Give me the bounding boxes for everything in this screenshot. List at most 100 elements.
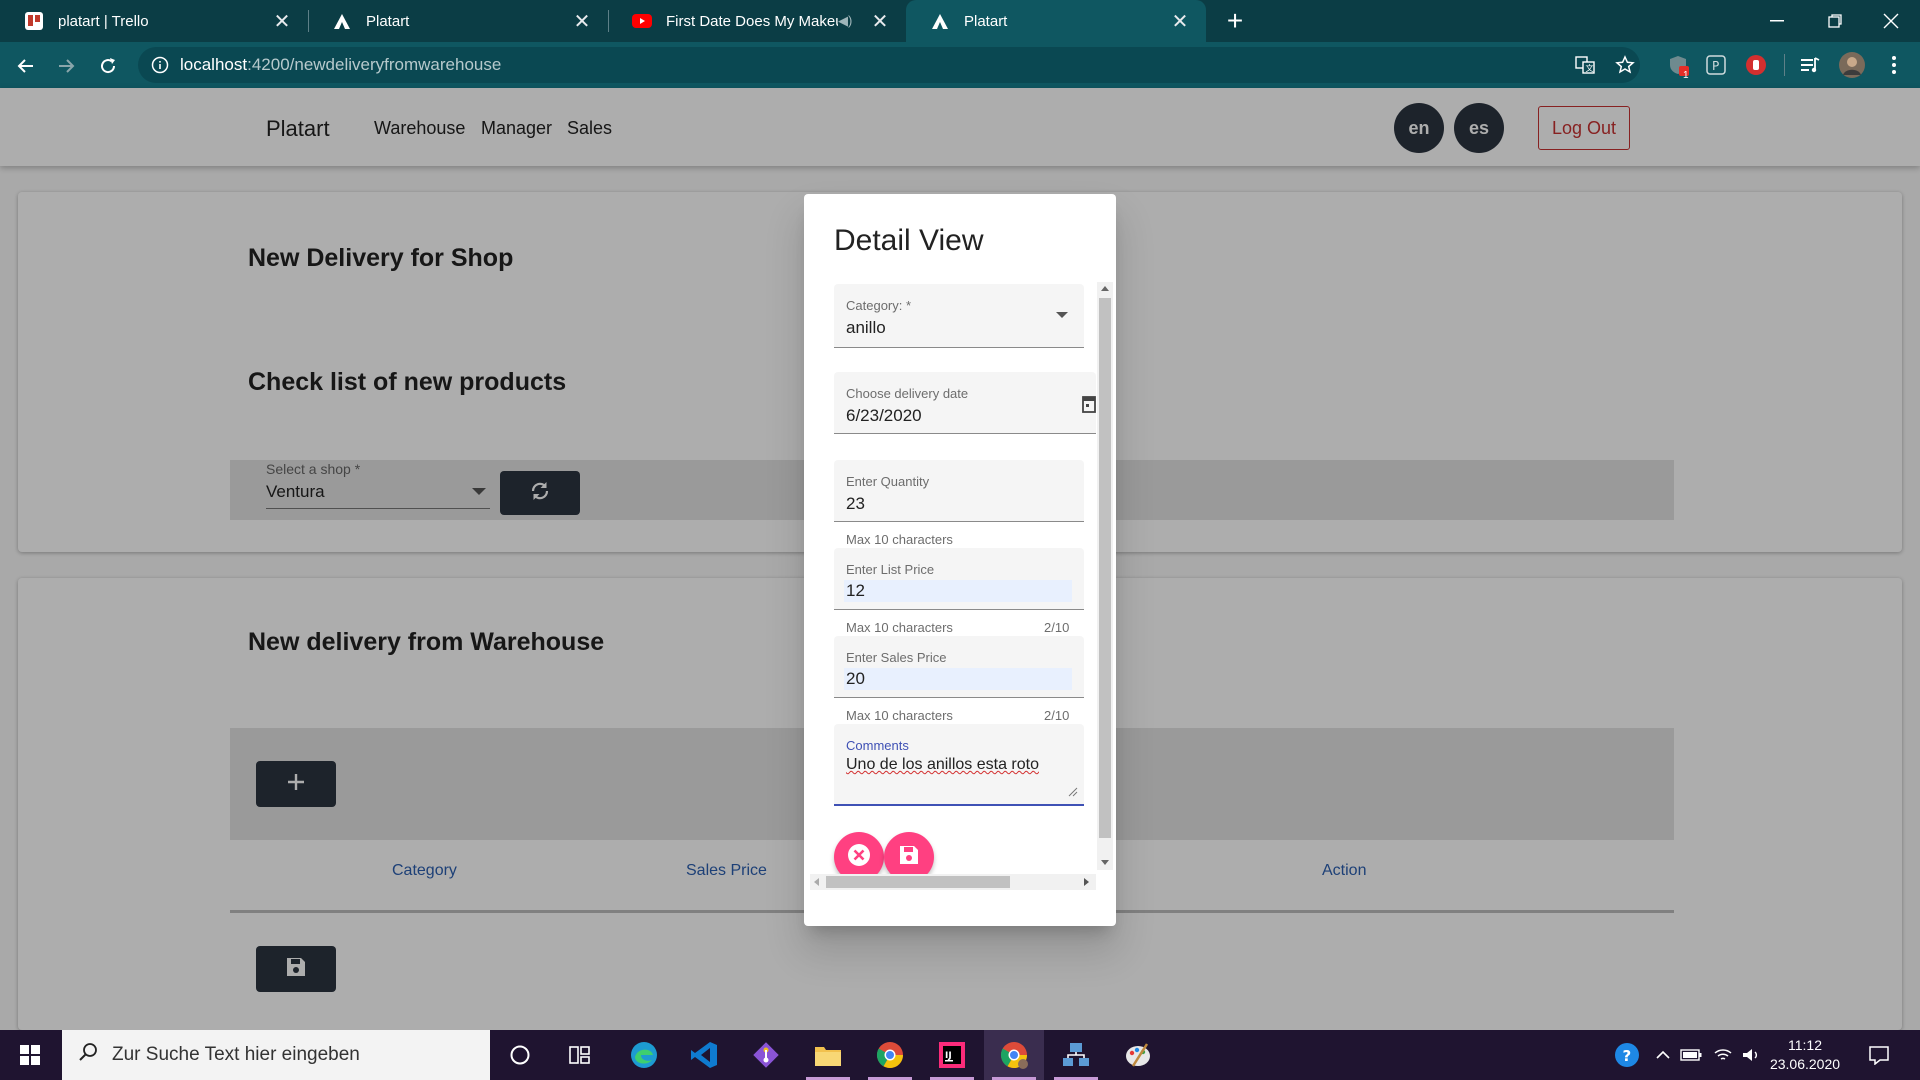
list-price-counter: 2/10: [1044, 620, 1070, 635]
category-label: Category: *: [846, 298, 912, 313]
extension-p-icon[interactable]: P: [1702, 51, 1730, 79]
cortana-icon[interactable]: [490, 1030, 550, 1080]
cancel-icon: [846, 842, 872, 873]
help-icon[interactable]: ?: [1614, 1042, 1640, 1068]
window-close-icon[interactable]: [1862, 0, 1920, 42]
git-icon[interactable]: [736, 1030, 796, 1080]
muted-audio-icon[interactable]: ◀): [838, 13, 858, 29]
clock-time: 11:12: [1788, 1037, 1822, 1053]
system-clock[interactable]: 11:12 23.06.2020: [1760, 1036, 1850, 1074]
task-view-icon[interactable]: [550, 1030, 610, 1080]
resize-handle-icon[interactable]: [1066, 784, 1078, 802]
minimize-icon[interactable]: [1748, 0, 1806, 42]
list-price-hint: Max 10 characters: [846, 620, 953, 635]
intellij-icon[interactable]: IJ: [922, 1030, 982, 1080]
list-price-value: 12: [844, 580, 1072, 602]
network-app-icon[interactable]: [1046, 1030, 1106, 1080]
dialog-title: Detail View: [834, 224, 984, 257]
back-icon[interactable]: [10, 50, 42, 82]
svg-text:文: 文: [1586, 63, 1594, 73]
taskbar-search-input[interactable]: Zur Suche Text hier eingeben: [62, 1030, 490, 1080]
notification-center-icon[interactable]: [1866, 1042, 1892, 1068]
notification-badge: 1: [1683, 70, 1689, 81]
calendar-icon[interactable]: [1082, 394, 1096, 419]
extension-hand-icon[interactable]: [1742, 51, 1770, 79]
category-select[interactable]: Category: * anillo: [834, 284, 1084, 348]
url-text: localhost:4200/newdeliveryfromwarehouse: [180, 55, 501, 75]
quantity-hint: Max 10 characters: [846, 532, 953, 547]
category-value: anillo: [846, 318, 886, 337]
browser-tab-trello[interactable]: platart | Trello ✕: [0, 0, 308, 42]
list-price-label: Enter List Price: [846, 562, 935, 577]
dialog-horizontal-scrollbar[interactable]: [810, 874, 1096, 890]
clock-date: 23.06.2020: [1769, 1056, 1841, 1072]
sales-price-value: 20: [844, 668, 1072, 690]
search-placeholder: Zur Suche Text hier eingeben: [112, 1044, 360, 1065]
url-host: localhost: [180, 55, 248, 74]
translate-icon[interactable]: 文: [1572, 52, 1598, 78]
save-icon: [898, 844, 920, 871]
close-icon[interactable]: ✕: [270, 9, 294, 33]
chrome-icon[interactable]: [860, 1030, 920, 1080]
sales-price-field[interactable]: Enter Sales Price 20: [834, 636, 1084, 698]
chevron-up-icon[interactable]: [1650, 1042, 1676, 1068]
windows-taskbar: Zur Suche Text hier eingeben IJ ? 11:12 …: [0, 1030, 1920, 1080]
chrome-menu-icon[interactable]: [1880, 51, 1908, 79]
file-explorer-icon[interactable]: [798, 1030, 858, 1080]
comments-label: Comments: [846, 738, 909, 753]
reload-icon[interactable]: [92, 50, 124, 82]
browser-tab-youtube[interactable]: First Date Does My Makeup ◀) ✕: [608, 0, 906, 42]
svg-text:?: ?: [1623, 1047, 1632, 1065]
platart-icon: [930, 11, 950, 31]
close-icon[interactable]: ✕: [570, 9, 594, 33]
restore-icon[interactable]: [1806, 0, 1864, 42]
sales-price-label: Enter Sales Price: [846, 650, 947, 665]
scrollbar-thumb[interactable]: [1099, 298, 1111, 838]
tab-title: Platart: [366, 12, 410, 30]
browser-tab-platart[interactable]: Platart ✕: [308, 0, 608, 42]
tab-title: platart | Trello: [58, 12, 149, 30]
toolbar-separator: [1784, 54, 1785, 76]
close-icon[interactable]: ✕: [868, 9, 892, 33]
sales-price-hint: Max 10 characters: [846, 708, 953, 723]
search-icon: [78, 1042, 98, 1068]
edge-icon[interactable]: [614, 1030, 674, 1080]
forward-icon[interactable]: [50, 50, 82, 82]
chevron-down-icon[interactable]: [1056, 312, 1068, 318]
quantity-value: 23: [846, 494, 865, 513]
url-path: :4200/newdeliveryfromwarehouse: [247, 55, 502, 74]
chrome-active-icon[interactable]: [984, 1030, 1044, 1080]
comments-value: Uno de los anillos esta roto: [846, 756, 1039, 773]
bookmark-star-icon[interactable]: [1612, 52, 1638, 78]
scroll-down-icon[interactable]: [1101, 860, 1109, 865]
vscode-icon[interactable]: [674, 1030, 734, 1080]
list-price-field[interactable]: Enter List Price 12: [834, 548, 1084, 610]
dialog-vertical-scrollbar[interactable]: [1097, 282, 1113, 870]
tab-title: Platart: [964, 12, 1008, 30]
new-tab-button[interactable]: +: [1218, 4, 1252, 38]
scrollbar-thumb[interactable]: [826, 876, 1010, 888]
profile-avatar-icon[interactable]: [1838, 51, 1866, 79]
quantity-field[interactable]: Enter Quantity 23: [834, 460, 1084, 522]
media-control-icon[interactable]: [1796, 51, 1824, 79]
paint-icon[interactable]: [1108, 1030, 1168, 1080]
close-icon[interactable]: ✕: [1168, 9, 1192, 33]
windows-start-icon[interactable]: [0, 1030, 60, 1080]
svg-text:IJ: IJ: [945, 1051, 952, 1061]
scroll-up-icon[interactable]: [1101, 286, 1109, 291]
scroll-left-icon[interactable]: [814, 878, 819, 886]
browser-tab-platart-active[interactable]: Platart ✕: [906, 0, 1206, 42]
battery-icon[interactable]: [1678, 1042, 1704, 1068]
platart-icon: [332, 11, 352, 31]
wifi-icon[interactable]: [1710, 1042, 1736, 1068]
browser-tab-strip: platart | Trello ✕ Platart ✕ First Date …: [0, 0, 1920, 42]
address-bar[interactable]: localhost:4200/newdeliveryfromwarehouse: [138, 47, 1640, 83]
scroll-right-icon[interactable]: [1084, 878, 1089, 886]
delivery-date-field[interactable]: Choose delivery date 6/23/2020: [834, 372, 1096, 434]
info-icon[interactable]: [150, 55, 170, 75]
delivery-date-label: Choose delivery date: [846, 386, 969, 401]
comments-textarea[interactable]: Comments Uno de los anillos esta roto: [834, 724, 1084, 806]
svg-text:P: P: [1712, 59, 1719, 73]
tab-title: First Date Does My Makeup: [666, 12, 838, 30]
quantity-label: Enter Quantity: [846, 474, 930, 489]
